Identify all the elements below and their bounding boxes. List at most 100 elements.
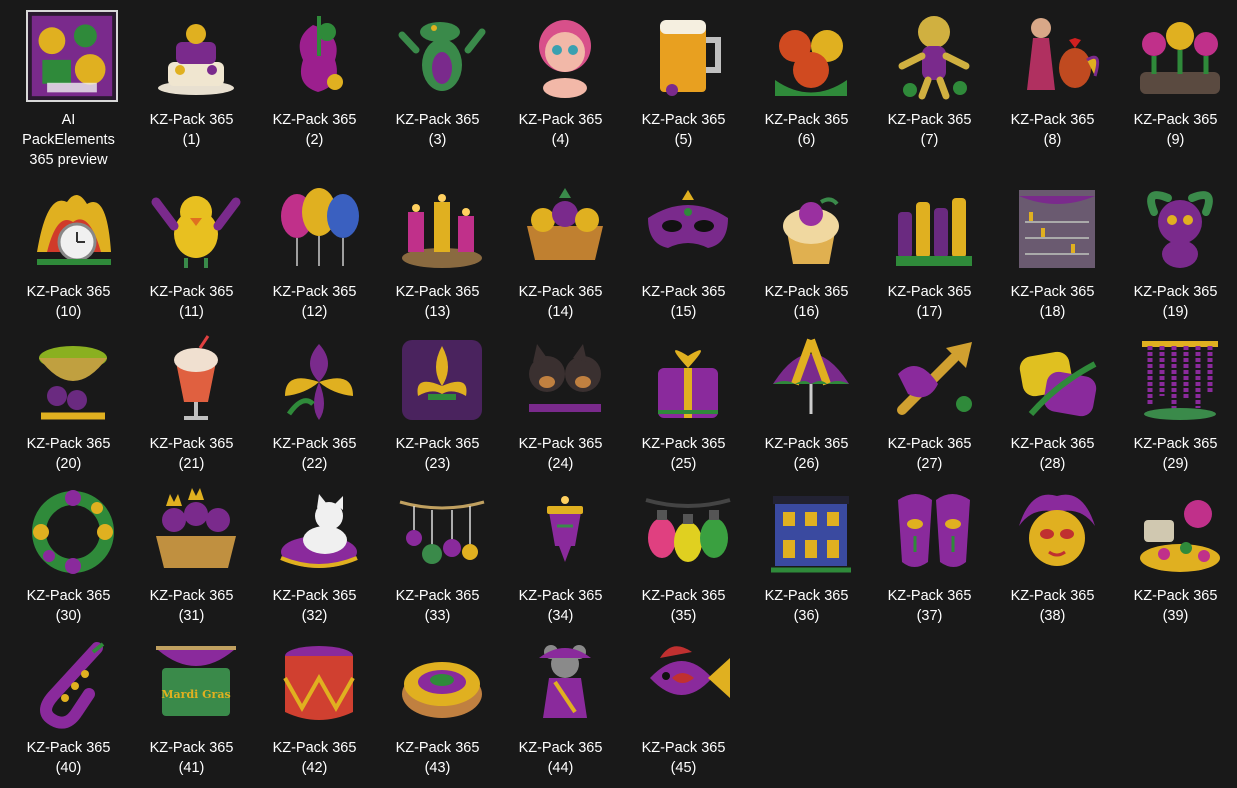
file-item[interactable]: KZ-Pack 365 (4) — [499, 10, 622, 160]
file-item[interactable]: KZ-Pack 365 (17) — [868, 182, 991, 332]
file-item-label: KZ-Pack 365 (6) — [764, 112, 849, 148]
lantern-icon — [519, 486, 611, 578]
file-item-label: KZ-Pack 365 (39) — [1133, 588, 1218, 624]
file-item[interactable]: KZ-Pack 365 (9) — [1114, 10, 1237, 160]
file-item[interactable]: KZ-Pack 365 (12) — [253, 182, 376, 332]
file-item[interactable]: KZ-Pack 365 (45) — [622, 638, 745, 788]
file-item[interactable]: KZ-Pack 365 (14) — [499, 182, 622, 332]
file-item-label: KZ-Pack 365 (42) — [272, 740, 357, 776]
file-item[interactable]: KZ-Pack 365 (8) — [991, 10, 1114, 160]
file-item[interactable]: KZ-Pack 365 (22) — [253, 334, 376, 484]
file-item[interactable]: KZ-Pack 365 (32) — [253, 486, 376, 636]
file-item-label: AI PackElements 365 preview — [22, 112, 115, 168]
file-item[interactable]: KZ-Pack 365 (3) — [376, 10, 499, 160]
masks-bouquet-icon — [765, 10, 857, 102]
file-item[interactable]: KZ-Pack 365 (40) — [7, 638, 130, 788]
file-item[interactable]: KZ-Pack 365 (31) — [130, 486, 253, 636]
file-item[interactable]: KZ-Pack 365 (19) — [1114, 182, 1237, 332]
file-item[interactable]: KZ-Pack 365 (43) — [376, 638, 499, 788]
baby-icon — [519, 10, 611, 102]
drum-icon — [273, 638, 365, 730]
mask-pair-icon — [888, 486, 980, 578]
file-item[interactable]: KZ-Pack 365 (36) — [745, 486, 868, 636]
file-item-label: KZ-Pack 365 (40) — [26, 740, 111, 776]
file-item-label: KZ-Pack 365 (27) — [887, 436, 972, 472]
file-item[interactable]: KZ-Pack 365 (6) — [745, 10, 868, 160]
file-item[interactable]: KZ-Pack 365 (35) — [622, 486, 745, 636]
file-item[interactable]: KZ-Pack 365 (42) — [253, 638, 376, 788]
file-item[interactable]: KZ-Pack 365 (18) — [991, 182, 1114, 332]
file-item[interactable]: KZ-Pack 365 (26) — [745, 334, 868, 484]
feather-mask-icon — [1011, 486, 1103, 578]
gift-box-icon — [642, 334, 734, 426]
king-cake-icon — [396, 638, 488, 730]
file-item[interactable]: KZ-Pack 365 (44) — [499, 638, 622, 788]
umbrella-icon — [765, 334, 857, 426]
file-item-label: KZ-Pack 365 (15) — [641, 284, 726, 320]
file-item-label: KZ-Pack 365 (20) — [26, 436, 111, 472]
file-item[interactable]: KZ-Pack 365 (30) — [7, 486, 130, 636]
svg-text:Mardi Gras: Mardi Gras — [161, 688, 230, 701]
beer-mug-icon — [642, 10, 734, 102]
punch-bowl-icon — [27, 334, 119, 426]
file-item[interactable]: KZ-Pack 365 (15) — [622, 182, 745, 332]
file-item[interactable]: KZ-Pack 365 (23) — [376, 334, 499, 484]
file-item[interactable]: KZ-Pack 365 (21) — [130, 334, 253, 484]
file-item-preview[interactable]: AI PackElements 365 preview — [7, 10, 130, 168]
file-item[interactable]: KZ-Pack 365 (1) — [130, 10, 253, 160]
trumpet-icon — [888, 334, 980, 426]
file-item-label: KZ-Pack 365 (29) — [1133, 436, 1218, 472]
file-item[interactable]: KZ-Pack 365 (11) — [130, 182, 253, 332]
file-item-label: KZ-Pack 365 (26) — [764, 436, 849, 472]
file-item-label: KZ-Pack 365 (11) — [149, 284, 234, 320]
feather-creature-icon — [1134, 182, 1226, 274]
file-item-label: KZ-Pack 365 (21) — [149, 436, 234, 472]
balloons-icon — [273, 182, 365, 274]
treasure-pile-icon — [1134, 486, 1226, 578]
pillows-icon — [1011, 334, 1103, 426]
file-item[interactable]: KZ-Pack 365 (28) — [991, 334, 1114, 484]
file-item[interactable]: KZ-Pack 365 (34) — [499, 486, 622, 636]
file-item-label: KZ-Pack 365 (34) — [518, 588, 603, 624]
cupcake-icon — [765, 182, 857, 274]
file-item[interactable]: KZ-Pack 365 (2) — [253, 10, 376, 160]
file-item-label: KZ-Pack 365 (9) — [1133, 112, 1218, 148]
fish-icon — [642, 638, 734, 730]
file-item-label: KZ-Pack 365 (10) — [26, 284, 111, 320]
girl-rooster-icon — [1011, 10, 1103, 102]
file-item-label: KZ-Pack 365 (7) — [887, 112, 972, 148]
file-item-label: KZ-Pack 365 (4) — [518, 112, 603, 148]
file-item-label: KZ-Pack 365 (36) — [764, 588, 849, 624]
file-item[interactable]: KZ-Pack 365 (29) — [1114, 334, 1237, 484]
file-item[interactable]: KZ-Pack 365 (39) — [1114, 486, 1237, 636]
file-item-label: KZ-Pack 365 (23) — [395, 436, 480, 472]
file-item-label: KZ-Pack 365 (44) — [518, 740, 603, 776]
file-item-label: KZ-Pack 365 (45) — [641, 740, 726, 776]
file-item-label: KZ-Pack 365 (37) — [887, 588, 972, 624]
milkshake-icon — [150, 334, 242, 426]
file-item[interactable]: Mardi Gras KZ-Pack 365 (41) — [130, 638, 253, 788]
file-item[interactable]: KZ-Pack 365 (33) — [376, 486, 499, 636]
file-item[interactable]: KZ-Pack 365 (5) — [622, 10, 745, 160]
file-item[interactable]: KZ-Pack 365 (24) — [499, 334, 622, 484]
file-item-label: KZ-Pack 365 (24) — [518, 436, 603, 472]
file-item-label: KZ-Pack 365 (3) — [395, 112, 480, 148]
file-icon-grid: AI PackElements 365 preview KZ-Pack 365 … — [0, 0, 1237, 785]
file-item[interactable]: KZ-Pack 365 (7) — [868, 10, 991, 160]
file-item[interactable]: KZ-Pack 365 (10) — [7, 182, 130, 332]
file-item[interactable]: KZ-Pack 365 (37) — [868, 486, 991, 636]
file-item-label: KZ-Pack 365 (43) — [395, 740, 480, 776]
file-item[interactable]: KZ-Pack 365 (13) — [376, 182, 499, 332]
mouse-icon — [519, 638, 611, 730]
file-item[interactable]: KZ-Pack 365 (27) — [868, 334, 991, 484]
file-item-label: KZ-Pack 365 (8) — [1010, 112, 1095, 148]
file-item[interactable]: KZ-Pack 365 (25) — [622, 334, 745, 484]
voodoo-doll-icon — [888, 10, 980, 102]
file-item[interactable]: KZ-Pack 365 (20) — [7, 334, 130, 484]
file-item-label: KZ-Pack 365 (18) — [1010, 284, 1095, 320]
file-item[interactable]: KZ-Pack 365 (16) — [745, 182, 868, 332]
file-item[interactable]: KZ-Pack 365 (38) — [991, 486, 1114, 636]
file-item-label: KZ-Pack 365 (2) — [272, 112, 357, 148]
preview-collage-icon — [26, 10, 118, 102]
bottles-icon — [888, 182, 980, 274]
